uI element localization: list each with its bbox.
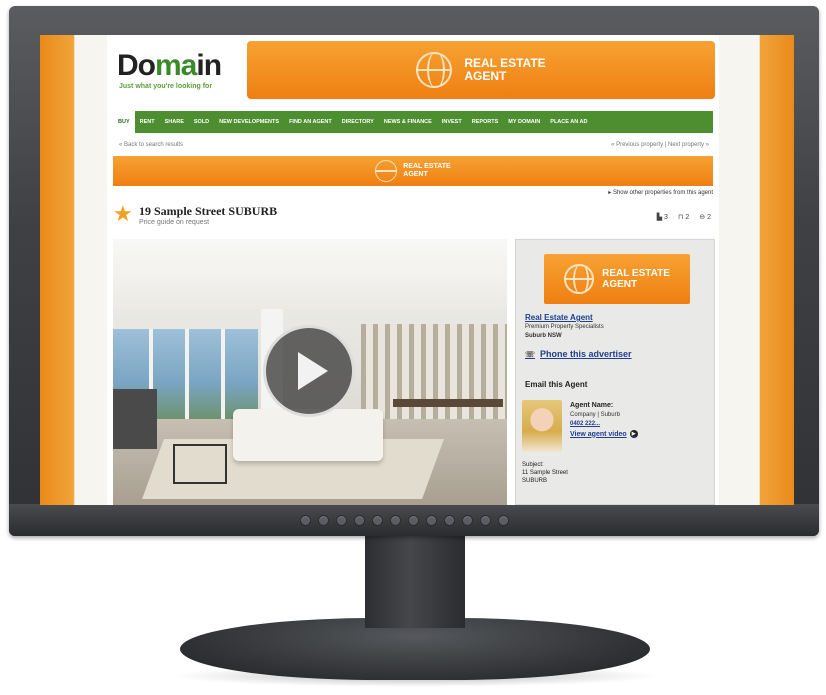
agent-sidebar: REAL ESTATE AGENT Real Estate Agent Prem… [515, 239, 715, 505]
car-feature: ⊖ 2 [699, 213, 711, 221]
main-nav: BUY RENT SHARE SOLD NEW DEVELOPMENTS FIN… [113, 111, 713, 133]
nav-item-directory[interactable]: DIRECTORY [337, 111, 379, 133]
photo-ceiling [113, 239, 507, 309]
bath-count: 2 [685, 214, 690, 221]
play-icon [298, 352, 328, 390]
subject-line-2: SUBURB [522, 478, 548, 484]
globe-icon [375, 160, 398, 182]
nav-item-invest[interactable]: INVEST [437, 111, 467, 133]
monitor-button[interactable] [498, 515, 509, 526]
monitor-button[interactable] [444, 515, 455, 526]
back-to-results-link[interactable]: « Back to search results [119, 142, 183, 148]
monitor-buttons [300, 515, 509, 526]
photo-coffee-table [173, 444, 227, 484]
agent-logo-banner[interactable]: REAL ESTATE AGENT [544, 254, 690, 304]
banner-line-2: AGENT [403, 171, 428, 178]
agent-video-label: View agent video [570, 430, 627, 438]
banner-line-1: REAL ESTATE [602, 268, 670, 279]
logo-text-accent: ma [155, 49, 197, 82]
window-frame [221, 329, 225, 427]
nav-item-find-agent[interactable]: FIND AN AGENT [284, 111, 337, 133]
agent-phone-link[interactable]: 0402 222... [570, 421, 600, 427]
nav-item-sold[interactable]: SOLD [189, 111, 214, 133]
monitor-button[interactable] [372, 515, 383, 526]
banner-text: REAL ESTATE AGENT [602, 268, 670, 290]
monitor-button[interactable] [426, 515, 437, 526]
agency-tagline: Premium Property Specialists [525, 324, 604, 330]
monitor-stand-neck [365, 536, 465, 628]
nav-item-new-developments[interactable]: NEW DEVELOPMENTS [214, 111, 284, 133]
nav-item-place-ad[interactable]: PLACE AN AD [545, 111, 592, 133]
web-page: Domain Just what you're looking for REAL… [107, 35, 719, 505]
top-ad-banner[interactable]: REAL ESTATE AGENT [247, 41, 715, 99]
window-frame [185, 329, 189, 427]
car-icon: ⊖ [699, 214, 706, 221]
phone-icon: ☏ [525, 349, 536, 359]
other-properties-link[interactable]: ▸ Show other properties from this agent [608, 189, 713, 196]
bed-feature: ▙ 3 [657, 213, 668, 221]
nav-item-buy[interactable]: BUY [113, 111, 135, 133]
globe-icon [416, 52, 453, 88]
site-logo[interactable]: Domain [117, 49, 222, 83]
nav-item-my-domain[interactable]: MY DOMAIN [503, 111, 545, 133]
nav-item-news-finance[interactable]: NEWS & FINANCE [379, 111, 437, 133]
agent-name-label: Agent Name: [570, 402, 614, 409]
monitor-button[interactable] [480, 515, 491, 526]
agent-avatar [522, 400, 562, 452]
banner-line-1: REAL ESTATE [403, 163, 451, 170]
bed-icon: ▙ [656, 214, 663, 221]
site-header: Domain Just what you're looking for REAL… [107, 35, 719, 107]
agency-location: Suburb NSW [525, 333, 562, 339]
banner-line-2: AGENT [464, 69, 507, 83]
monitor-scene: Domain Just what you're looking for REAL… [0, 0, 826, 695]
agent-video-link[interactable]: View agent video ▶ [570, 430, 638, 438]
play-video-button[interactable] [263, 325, 355, 417]
subject-label: Subject: [522, 462, 544, 468]
subject-line-1: 11 Sample Street [522, 470, 568, 476]
monitor-button[interactable] [300, 515, 311, 526]
property-price: Price guide on request [139, 219, 210, 226]
banner-line-2: AGENT [602, 279, 638, 290]
star-icon[interactable]: ★ [113, 203, 133, 225]
bath-icon: ⊓ [677, 214, 684, 221]
mid-ad-banner[interactable]: REAL ESTATE AGENT [113, 156, 713, 186]
photo-armchair [113, 389, 157, 449]
monitor-button[interactable] [318, 515, 329, 526]
bath-feature: ⊓ 2 [678, 213, 689, 221]
banner-text: REAL ESTATE AGENT [464, 57, 545, 83]
car-count: 2 [707, 214, 711, 221]
nav-item-rent[interactable]: RENT [135, 111, 160, 133]
site-tagline: Just what you're looking for [119, 83, 213, 90]
monitor-button[interactable] [408, 515, 419, 526]
agency-name-link[interactable]: Real Estate Agent [525, 313, 593, 322]
logo-text-end: in [196, 49, 222, 82]
globe-icon [564, 264, 595, 294]
banner-text: REAL ESTATE AGENT [403, 163, 450, 179]
monitor-button[interactable] [336, 515, 347, 526]
results-subbar: « Back to search results « Previous prop… [113, 139, 713, 153]
nav-item-share[interactable]: SHARE [160, 111, 189, 133]
bed-count: 3 [664, 214, 668, 221]
monitor-screen: Domain Just what you're looking for REAL… [40, 35, 794, 505]
monitor-button[interactable] [354, 515, 365, 526]
monitor-button[interactable] [390, 515, 401, 526]
phone-advertiser-label: Phone this advertiser [540, 349, 632, 359]
phone-advertiser-link[interactable]: ☏ Phone this advertiser [525, 349, 632, 359]
property-features: ▙ 3 ⊓ 2 ⊖ 2 [657, 213, 711, 221]
property-title: 19 Sample Street SUBURB [139, 204, 278, 218]
monitor-button[interactable] [462, 515, 473, 526]
property-pager[interactable]: « Previous property | Next property » [611, 142, 709, 148]
agent-company: Company | Suburb [570, 412, 620, 418]
logo-text-start: Do [117, 49, 156, 82]
photo-dining-table [393, 399, 503, 407]
video-icon: ▶ [629, 430, 638, 438]
property-photo[interactable] [113, 239, 507, 505]
nav-item-reports[interactable]: REPORTS [467, 111, 504, 133]
email-agent-heading: Email this Agent [525, 380, 588, 389]
